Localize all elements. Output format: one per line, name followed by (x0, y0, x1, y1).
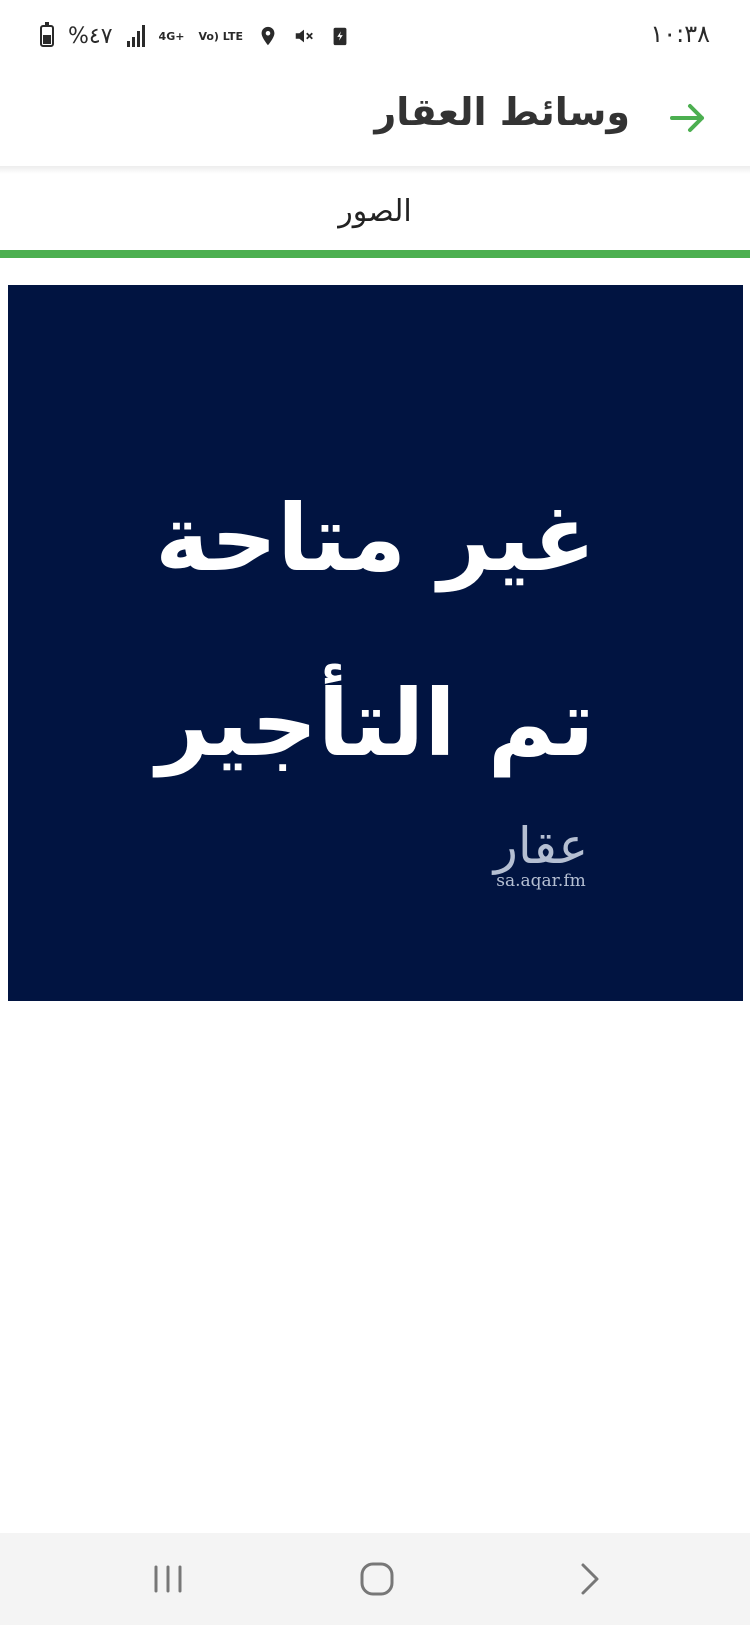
tab-photos-label: الصور (338, 194, 412, 229)
tab-bar: الصور (0, 174, 750, 258)
recents-icon[interactable] (138, 1553, 198, 1605)
system-nav-bar (0, 1533, 750, 1625)
app-bar-divider (0, 166, 750, 174)
volte-icon: Vo) LTE (198, 29, 243, 43)
watermark-logo: عقار (493, 817, 589, 875)
battery-saver-icon (333, 27, 347, 46)
page-title: وسائط العقار (374, 90, 630, 134)
signal-icon (126, 25, 145, 47)
aqar-watermark: عقار sa.aqar.fm (476, 820, 606, 890)
battery-percentage: %٤٧ (68, 23, 113, 49)
status-icons: %٤٧ 4G+ Vo) LTE (40, 20, 351, 52)
photo-text-unavailable: غير متاحة (155, 485, 596, 592)
arrow-right-icon[interactable] (664, 94, 712, 142)
status-bar: %٤٧ 4G+ Vo) LTE ١٠:٣٨ (0, 0, 750, 72)
back-icon[interactable] (558, 1553, 618, 1605)
network-4g-icon: 4G+ (158, 29, 185, 43)
mute-icon (295, 29, 313, 43)
photo-text-rented: تم التأجير (156, 670, 595, 777)
app-bar: وسائط العقار (0, 72, 750, 168)
tab-indicator (0, 250, 750, 258)
property-photo[interactable]: غير متاحة تم التأجير عقار sa.aqar.fm (8, 285, 743, 1001)
battery-icon (40, 22, 54, 47)
home-icon[interactable] (347, 1553, 407, 1605)
location-icon (261, 26, 275, 46)
tab-photos[interactable]: الصور (0, 174, 750, 258)
status-time: ١٠:٣٨ (650, 20, 710, 48)
